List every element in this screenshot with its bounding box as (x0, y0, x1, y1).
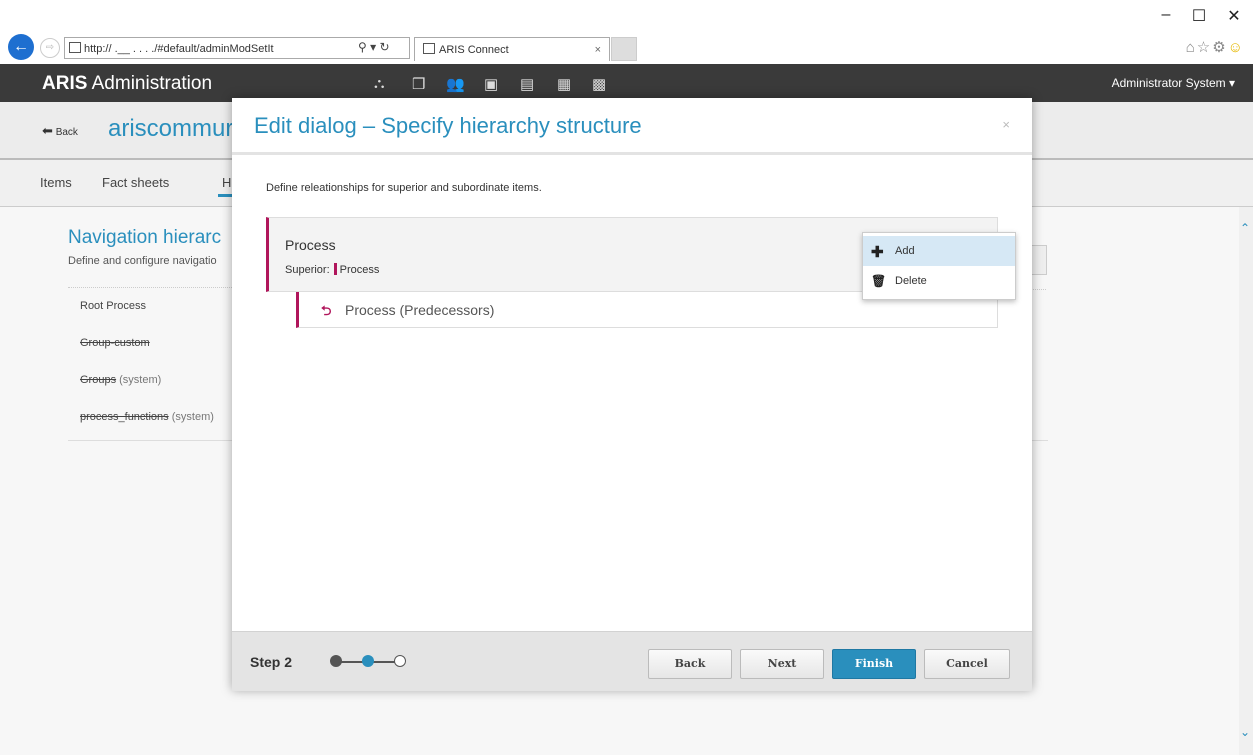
divider (1030, 289, 1046, 290)
users-icon[interactable]: 👥 (446, 75, 465, 93)
address-actions: ⚲ ▾ ↻ (358, 40, 390, 54)
context-menu: ✚ Add 🗑 Delete (862, 232, 1016, 300)
list-item[interactable]: Group-custom (68, 325, 238, 362)
active-tab-indicator (218, 194, 232, 197)
back-link[interactable]: ⬅ Back (42, 123, 78, 139)
browser-back-button[interactable]: ← (8, 34, 34, 60)
page-scrollbar[interactable]: ⌃ ⌄ (1239, 207, 1253, 755)
page-icon (423, 43, 435, 54)
list-item[interactable]: process_functions (system) (68, 399, 238, 436)
browser-chrome: – ☐ ✕ ← ⇨ http:// .__ . . . ./#default/a… (0, 0, 1253, 65)
tab-items[interactable]: Items (40, 175, 72, 190)
arrow-left-icon: ← (13, 38, 29, 55)
search-icon[interactable]: ⚲ (358, 40, 367, 54)
tab-hierarchy[interactable]: H (222, 175, 231, 190)
chevron-down-icon[interactable]: ▾ (370, 40, 376, 54)
close-window-button[interactable]: ✕ (1219, 6, 1249, 26)
section-subtitle: Define and configure navigatio (68, 255, 217, 267)
item-title: Process (285, 237, 336, 253)
document-icon[interactable]: ▤ (520, 75, 534, 93)
back-label: Back (55, 127, 78, 138)
step-connector (340, 661, 364, 663)
user-menu[interactable]: Administrator System ▾ (1112, 76, 1235, 90)
dialog-description: Define releationships for superior and s… (266, 182, 542, 194)
step-dot (362, 655, 374, 667)
browser-toolbar-icons: ⌂☆⚙☺ (1186, 38, 1245, 56)
address-text: http:// .__ . . . ./#default/adminModSet… (84, 43, 274, 55)
menu-label: Add (895, 245, 915, 257)
list-item[interactable]: Root Process (68, 288, 238, 325)
refresh-icon[interactable]: ↻ (380, 40, 390, 54)
superior-info: Superior: Process (285, 263, 380, 276)
hierarchy-list: Root Process Group-custom Groups (system… (68, 287, 238, 436)
tab-fact-sheets[interactable]: Fact sheets (102, 175, 169, 190)
star-icon[interactable]: ☆ (1197, 39, 1212, 56)
minimize-button[interactable]: – (1151, 6, 1181, 24)
browser-forward-button[interactable]: ⇨ (40, 38, 60, 58)
marker-icon (333, 263, 337, 275)
back-arrow-icon: ⬅ (42, 123, 53, 138)
browser-tab[interactable]: ARIS Connect × (414, 37, 610, 61)
app-title: ARIS Administration (42, 73, 212, 95)
step-label: Step 2 (250, 654, 293, 670)
database-icon[interactable]: ▣ (484, 75, 498, 93)
back-button[interactable]: Back (648, 649, 732, 679)
tab-title: ARIS Connect (439, 44, 509, 56)
trash-icon: 🗑 (871, 274, 887, 288)
cube-icon[interactable]: ❒ (412, 75, 425, 93)
list-item[interactable]: Groups (system) (68, 362, 238, 399)
menu-label: Delete (895, 275, 927, 287)
page-icon (69, 42, 81, 53)
hierarchy-icon[interactable]: ⛬ (374, 75, 385, 92)
app-name: Administration (87, 73, 213, 94)
background-button[interactable] (1030, 245, 1047, 275)
page-title: ariscommur (108, 115, 234, 142)
step-dot (330, 655, 342, 667)
step-dot (394, 655, 406, 667)
menu-item-add[interactable]: ✚ Add (863, 236, 1015, 266)
subordinate-label: Process (Predecessors) (345, 302, 495, 318)
edit-dialog: Edit dialog – Specify hierarchy structur… (232, 98, 1032, 691)
smiley-icon[interactable]: ☺ (1228, 39, 1245, 56)
tab-close-icon[interactable]: × (595, 38, 601, 62)
section-title: Navigation hierarc (68, 227, 222, 248)
menu-item-delete[interactable]: 🗑 Delete (863, 266, 1015, 296)
close-icon[interactable]: × (1002, 117, 1010, 132)
home-icon[interactable]: ⌂ (1186, 39, 1197, 56)
next-button[interactable]: Next (740, 649, 824, 679)
step-progress (330, 654, 420, 670)
dialog-header: Edit dialog – Specify hierarchy structur… (232, 98, 1032, 155)
dialog-title: Edit dialog – Specify hierarchy structur… (254, 113, 642, 138)
cancel-button[interactable]: Cancel (924, 649, 1010, 679)
new-tab-button[interactable] (611, 37, 637, 61)
relationship-icon: ⮌ (321, 303, 332, 318)
dialog-footer: Step 2 Back Next Finish Cancel (232, 631, 1032, 691)
chevron-down-icon[interactable]: ⌄ (1240, 725, 1250, 739)
finish-button[interactable]: Finish (832, 649, 916, 679)
plus-icon: ✚ (871, 244, 884, 261)
brand-name: ARIS (42, 73, 88, 94)
grid-icon[interactable]: ▦ (557, 75, 571, 93)
step-connector (372, 661, 396, 663)
maximize-button[interactable]: ☐ (1184, 6, 1214, 26)
gear-icon[interactable]: ⚙ (1212, 39, 1227, 56)
chevron-up-icon[interactable]: ⌃ (1240, 221, 1250, 235)
dashboard-icon[interactable]: ▩ (592, 75, 606, 93)
arrow-right-icon: ⇨ (45, 42, 55, 53)
app-topbar: ARIS Administration ⛬ ❒ 👥 ▣ ▤ ▦ ▩ Admini… (0, 64, 1253, 102)
